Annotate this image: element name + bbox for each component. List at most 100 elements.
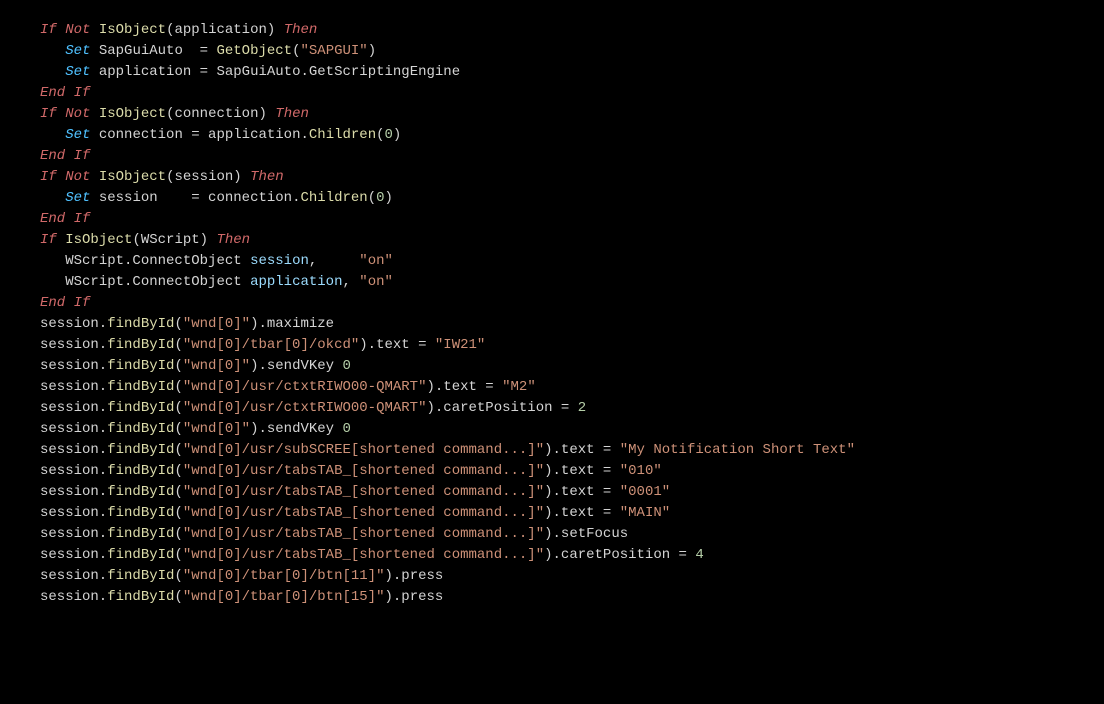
paren-close: ) xyxy=(385,190,393,206)
code-line: Set application = SapGuiAuto.GetScriptin… xyxy=(40,64,460,80)
method-call: WScript.ConnectObject xyxy=(65,253,241,269)
code-line: session.findById("wnd[0]/tbar[0]/okcd").… xyxy=(40,337,485,353)
object-prefix: session. xyxy=(40,526,107,542)
string-literal: "wnd[0]" xyxy=(183,421,250,437)
code-line: Set connection = application.Children(0) xyxy=(40,127,401,143)
string-literal: "wnd[0]/tbar[0]/btn[15]" xyxy=(183,589,385,605)
code-line: If Not IsObject(application) Then xyxy=(40,22,317,38)
keyword-if: If xyxy=(40,106,57,122)
separator: , xyxy=(342,274,359,290)
code-line: session.findById("wnd[0]/usr/ctxtRIWO00-… xyxy=(40,400,586,416)
method-suffix: ).sendVKey xyxy=(250,421,342,437)
code-line: End If xyxy=(40,295,90,311)
string-literal: "M2" xyxy=(502,379,536,395)
keyword-not: Not xyxy=(65,106,90,122)
keyword-if: If xyxy=(40,232,57,248)
object-prefix: session. xyxy=(40,463,107,479)
keyword-then: Then xyxy=(216,232,250,248)
string-literal: "MAIN" xyxy=(620,505,670,521)
code-line: Set SapGuiAuto = GetObject("SAPGUI") xyxy=(40,43,376,59)
code-line: session.findById("wnd[0]/usr/subSCREE[sh… xyxy=(40,442,855,458)
property-assign: ).text = xyxy=(544,505,620,521)
variable-application: application xyxy=(250,274,342,290)
function-findbyid: findById xyxy=(107,379,174,395)
paren-open: ( xyxy=(376,127,384,143)
paren-open: ( xyxy=(174,400,182,416)
number-literal: 4 xyxy=(695,547,703,563)
code-line: session.findById("wnd[0]/tbar[0]/btn[15]… xyxy=(40,589,443,605)
number-literal: 0 xyxy=(342,358,350,374)
property-assign: ).caretPosition = xyxy=(426,400,577,416)
paren-open: ( xyxy=(174,505,182,521)
paren-open: ( xyxy=(174,484,182,500)
paren-open: ( xyxy=(174,379,182,395)
string-literal: "SAPGUI" xyxy=(301,43,368,59)
paren-open: ( xyxy=(174,358,182,374)
method-suffix: ).press xyxy=(384,568,443,584)
string-literal: "wnd[0]/usr/tabsTAB_[shortened command..… xyxy=(183,505,544,521)
object-prefix: session. xyxy=(40,316,107,332)
keyword-end: End xyxy=(40,295,65,311)
method-suffix: ).setFocus xyxy=(544,526,628,542)
code-line: session.findById("wnd[0]").sendVKey 0 xyxy=(40,421,351,437)
code-line: session.findById("wnd[0]/tbar[0]/btn[11]… xyxy=(40,568,443,584)
paren-open: ( xyxy=(292,43,300,59)
function-isobject: IsObject xyxy=(99,22,166,38)
keyword-if: If xyxy=(40,22,57,38)
function-getobject: GetObject xyxy=(216,43,292,59)
number-literal: 0 xyxy=(385,127,393,143)
string-literal: "wnd[0]/usr/tabsTAB_[shortened command..… xyxy=(183,484,544,500)
function-findbyid: findById xyxy=(107,484,174,500)
keyword-if: If xyxy=(74,148,91,164)
paren-arg: (WScript) xyxy=(132,232,208,248)
code-line: If Not IsObject(connection) Then xyxy=(40,106,309,122)
function-findbyid: findById xyxy=(107,526,174,542)
string-literal: "wnd[0]/tbar[0]/btn[11]" xyxy=(183,568,385,584)
function-findbyid: findById xyxy=(107,505,174,521)
function-findbyid: findById xyxy=(107,589,174,605)
code-line: session.findById("wnd[0]/usr/ctxtRIWO00-… xyxy=(40,379,536,395)
keyword-set: Set xyxy=(65,64,90,80)
paren-open: ( xyxy=(174,568,182,584)
string-literal: "wnd[0]" xyxy=(183,316,250,332)
function-isobject: IsObject xyxy=(99,169,166,185)
object-prefix: session. xyxy=(40,400,107,416)
code-line: End If xyxy=(40,85,90,101)
object-prefix: session. xyxy=(40,337,107,353)
property-assign: ).text = xyxy=(426,379,502,395)
keyword-end: End xyxy=(40,148,65,164)
object-prefix: session. xyxy=(40,358,107,374)
string-literal: "wnd[0]/usr/tabsTAB_[shortened command..… xyxy=(183,526,544,542)
keyword-if: If xyxy=(74,211,91,227)
function-findbyid: findById xyxy=(107,442,174,458)
method-suffix: ).maximize xyxy=(250,316,334,332)
paren-open: ( xyxy=(174,421,182,437)
object-prefix: session. xyxy=(40,379,107,395)
string-literal: "wnd[0]/usr/ctxtRIWO00-QMART" xyxy=(183,379,427,395)
code-line: If Not IsObject(session) Then xyxy=(40,169,284,185)
string-literal: "IW21" xyxy=(435,337,485,353)
member-access: SapGuiAuto.GetScriptingEngine xyxy=(216,64,460,80)
code-line: WScript.ConnectObject session, "on" xyxy=(40,253,393,269)
paren-arg: (session) xyxy=(166,169,242,185)
keyword-set: Set xyxy=(65,127,90,143)
string-literal: "My Notification Short Text" xyxy=(620,442,855,458)
assignment: application = xyxy=(99,64,208,80)
assignment: connection = application. xyxy=(99,127,309,143)
property-assign: ).text = xyxy=(544,463,620,479)
paren-open: ( xyxy=(174,442,182,458)
function-findbyid: findById xyxy=(107,400,174,416)
code-line: session.findById("wnd[0]/usr/tabsTAB_[sh… xyxy=(40,526,628,542)
paren-arg: (connection) xyxy=(166,106,267,122)
string-literal: "0001" xyxy=(620,484,670,500)
function-children: Children xyxy=(300,190,367,206)
method-suffix: ).press xyxy=(384,589,443,605)
keyword-then: Then xyxy=(275,106,309,122)
object-prefix: session. xyxy=(40,547,107,563)
paren-open: ( xyxy=(174,547,182,563)
number-literal: 0 xyxy=(376,190,384,206)
string-literal: "010" xyxy=(620,463,662,479)
property-assign: ).caretPosition = xyxy=(544,547,695,563)
code-line: If IsObject(WScript) Then xyxy=(40,232,250,248)
function-children: Children xyxy=(309,127,376,143)
